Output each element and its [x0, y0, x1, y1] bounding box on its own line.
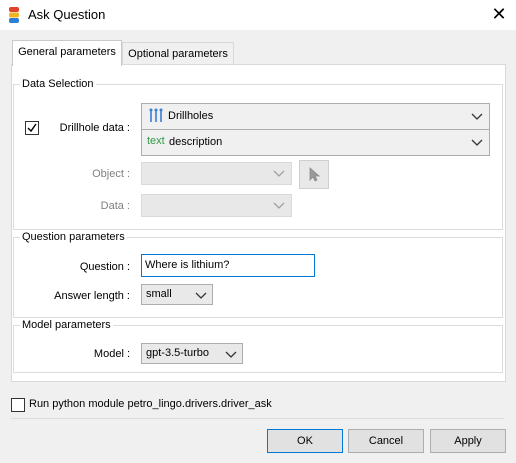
question-input[interactable]: Where is lithium? — [141, 254, 315, 277]
text-type-icon: text — [147, 135, 165, 147]
drillhole-combo[interactable]: Drillholes — [141, 103, 490, 130]
field-combo-value: description — [169, 136, 223, 148]
drillhole-combo-value: Drillholes — [168, 110, 214, 122]
object-combo[interactable] — [141, 162, 292, 185]
drillhole-data-label: Drillhole data : — [59, 122, 130, 134]
apply-button[interactable]: Apply — [430, 429, 506, 453]
data-selection-title: Data Selection — [20, 78, 96, 90]
app-icon — [9, 7, 19, 23]
window-title: Ask Question — [28, 7, 106, 22]
object-label: Object : — [92, 168, 130, 180]
chevron-down-icon — [225, 351, 237, 358]
data-combo[interactable] — [141, 194, 292, 217]
chevron-down-icon — [273, 202, 285, 209]
chevron-down-icon — [471, 113, 483, 120]
question-parameters-group — [13, 237, 503, 318]
run-python-label: Run python module petro_lingo.drivers.dr… — [29, 398, 272, 410]
question-parameters-title: Question parameters — [20, 231, 127, 243]
model-value: gpt-3.5-turbo — [146, 347, 209, 359]
model-label: Model : — [93, 348, 130, 360]
field-combo[interactable]: text description — [141, 129, 490, 156]
checkmark-icon — [27, 123, 37, 133]
answer-length-label: Answer length : — [54, 290, 130, 302]
question-label: Question : — [79, 261, 130, 273]
pick-object-button[interactable] — [299, 160, 329, 189]
answer-length-value: small — [146, 288, 172, 300]
chevron-down-icon — [195, 292, 207, 299]
chevron-down-icon — [471, 139, 483, 146]
run-python-checkbox[interactable] — [11, 398, 25, 412]
model-parameters-title: Model parameters — [20, 319, 113, 331]
tab-optional-parameters[interactable]: Optional parameters — [122, 42, 234, 65]
model-select[interactable]: gpt-3.5-turbo — [141, 343, 243, 364]
chevron-down-icon — [273, 170, 285, 177]
cancel-button[interactable]: Cancel — [348, 429, 424, 453]
question-input-value: Where is lithium? — [145, 259, 230, 271]
cursor-arrow-icon — [309, 167, 321, 182]
ok-button[interactable]: OK — [267, 429, 343, 453]
drillhole-checkbox[interactable] — [25, 121, 39, 135]
answer-length-select[interactable]: small — [141, 284, 213, 305]
close-icon[interactable]: ✕ — [488, 4, 510, 26]
data-label: Data : — [100, 200, 130, 212]
drillhole-icon — [149, 108, 163, 122]
footer-divider — [11, 418, 504, 419]
tab-general-parameters[interactable]: General parameters — [12, 40, 122, 66]
